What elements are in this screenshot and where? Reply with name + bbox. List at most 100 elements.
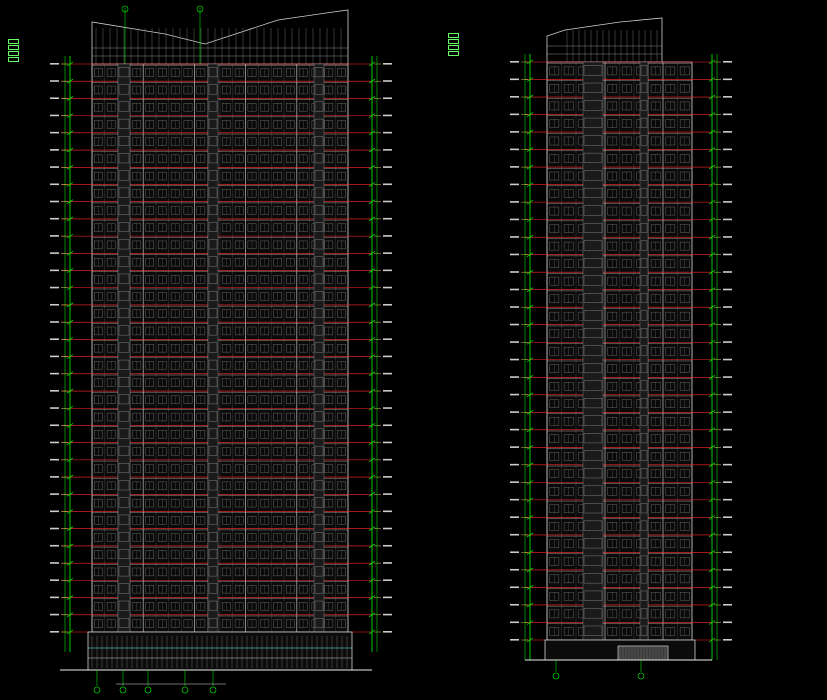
level-text-mark <box>723 481 732 483</box>
level-text-mark <box>723 61 732 63</box>
level-text-mark <box>383 596 392 599</box>
podium-outline <box>87 631 353 671</box>
level-text-mark <box>383 286 392 289</box>
level-text-mark <box>510 586 519 589</box>
level-text-mark <box>723 271 732 273</box>
level-text-mark <box>723 568 732 571</box>
level-text-mark <box>723 148 732 151</box>
level-text-mark <box>510 253 519 256</box>
level-text-mark <box>50 596 59 599</box>
level-text-mark <box>510 603 519 606</box>
level-text-mark <box>723 113 732 116</box>
level-text-mark <box>723 236 732 238</box>
level-text-mark <box>510 236 519 238</box>
level-text-mark <box>723 516 732 518</box>
level-text-mark <box>510 516 519 518</box>
level-text-mark <box>510 428 519 431</box>
level-text-mark <box>723 183 732 186</box>
level-text-mark <box>50 493 59 495</box>
legend-swatch <box>448 38 459 44</box>
level-text-mark <box>50 149 59 151</box>
level-text-mark <box>50 510 59 513</box>
side-facade <box>525 61 712 641</box>
level-text-mark <box>383 631 392 633</box>
level-text-mark <box>510 288 519 291</box>
level-text-mark <box>50 286 59 289</box>
level-text-mark <box>723 393 732 396</box>
level-text-mark <box>50 63 59 65</box>
level-text-mark <box>723 341 732 343</box>
legend-swatch <box>448 44 459 50</box>
level-text-mark <box>50 321 59 323</box>
level-text-mark <box>50 338 59 340</box>
level-text-mark <box>383 613 392 616</box>
level-text-mark <box>383 217 392 220</box>
level-text-mark <box>723 463 732 466</box>
level-text-mark <box>510 358 519 361</box>
level-text-mark <box>383 510 392 513</box>
level-text-mark <box>723 288 732 291</box>
left-legend <box>8 38 21 62</box>
level-text-mark <box>383 544 392 547</box>
right-legend <box>448 32 461 56</box>
level-text-mark <box>383 269 392 272</box>
level-text-mark <box>50 390 59 392</box>
level-text-mark <box>50 441 59 444</box>
front-facade <box>62 63 372 633</box>
legend-swatch <box>448 32 459 38</box>
level-text-mark <box>383 200 392 203</box>
level-text-mark <box>383 493 392 495</box>
level-text-mark <box>723 603 732 606</box>
level-text-mark <box>383 114 392 117</box>
legend-row <box>448 50 461 56</box>
level-text-mark <box>383 390 392 392</box>
level-text-mark <box>50 562 59 564</box>
level-text-mark <box>383 441 392 444</box>
level-text-mark <box>50 527 59 530</box>
level-text-mark <box>510 393 519 396</box>
level-text-mark <box>723 621 732 624</box>
level-text-mark <box>383 458 392 461</box>
level-text-mark <box>723 323 732 326</box>
level-text-mark <box>50 355 59 358</box>
level-text-mark <box>510 621 519 624</box>
front-elevation <box>50 5 392 694</box>
level-text-mark <box>383 424 392 427</box>
level-text-mark <box>383 321 392 323</box>
recessed-shaft <box>207 63 219 633</box>
level-text-mark <box>510 148 519 151</box>
level-text-mark <box>723 166 732 168</box>
level-text-mark <box>510 306 519 308</box>
level-text-mark <box>723 96 732 98</box>
level-text-mark <box>50 613 59 616</box>
level-text-mark <box>50 252 59 254</box>
level-text-mark <box>50 269 59 272</box>
level-text-mark <box>723 411 732 413</box>
level-text-mark <box>383 97 392 100</box>
level-text-mark <box>723 551 732 554</box>
recessed-shaft <box>582 61 604 641</box>
level-text-mark <box>50 114 59 117</box>
level-text-mark <box>510 376 519 378</box>
legend-swatch <box>448 50 459 56</box>
level-text-mark <box>383 355 392 358</box>
level-text-mark <box>723 201 732 203</box>
level-text-mark <box>383 149 392 151</box>
legend-swatch <box>8 50 19 56</box>
level-text-mark <box>723 306 732 308</box>
level-text-mark <box>50 458 59 461</box>
recessed-shaft <box>313 63 325 633</box>
level-text-mark <box>723 376 732 378</box>
level-text-mark <box>723 78 732 81</box>
level-text-mark <box>383 407 392 409</box>
level-text-mark <box>383 252 392 254</box>
level-text-mark <box>383 63 392 65</box>
level-text-mark <box>510 183 519 186</box>
level-text-mark <box>510 218 519 221</box>
level-text-mark <box>50 200 59 203</box>
level-text-mark <box>510 568 519 571</box>
level-text-mark <box>510 446 519 448</box>
level-text-mark <box>510 166 519 168</box>
level-text-mark <box>50 97 59 100</box>
level-text-mark <box>723 218 732 221</box>
